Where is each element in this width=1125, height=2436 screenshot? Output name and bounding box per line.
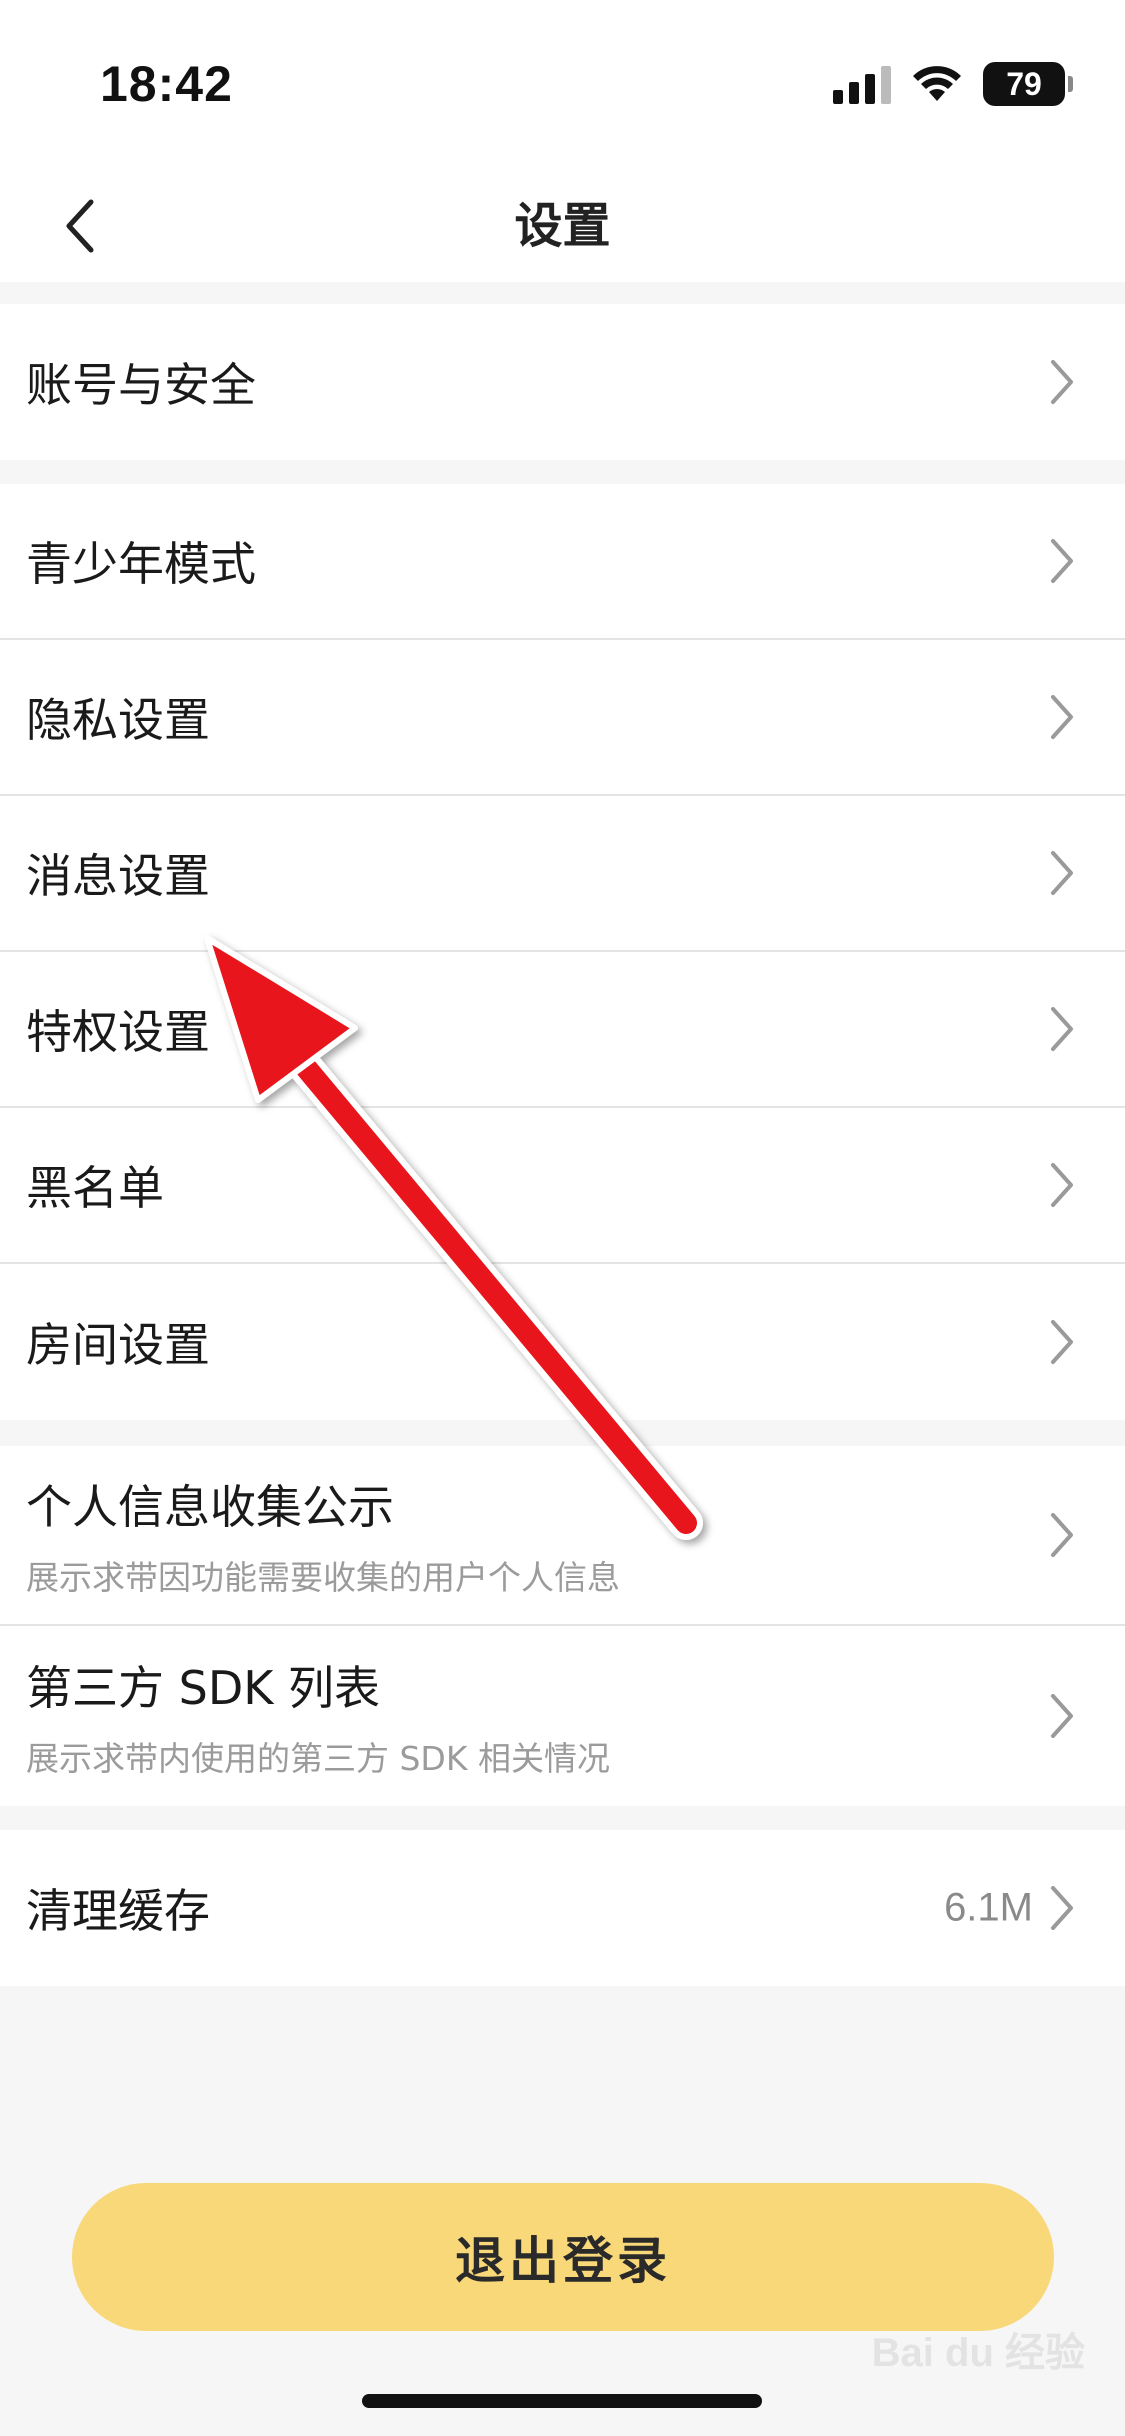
cache-size-value: 6.1M — [944, 1885, 1033, 1930]
chevron-right-icon — [1051, 539, 1073, 583]
row-clear-cache[interactable]: 清理缓存 6.1M — [0, 1830, 1125, 1986]
row-blacklist[interactable]: 黑名单 — [0, 1108, 1125, 1264]
chevron-right-icon — [1051, 1007, 1073, 1051]
chevron-right-icon — [1051, 1513, 1073, 1557]
row-account-security[interactable]: 账号与安全 — [0, 304, 1125, 460]
navigation-bar: 设置 — [0, 170, 1125, 282]
watermark-logo: Bai du 经验 — [871, 2331, 1085, 2375]
settings-group-cache: 清理缓存 6.1M — [0, 1830, 1125, 1986]
row-message-settings[interactable]: 消息设置 — [0, 796, 1125, 952]
row-label: 账号与安全 — [26, 358, 256, 412]
row-third-party-sdk-list[interactable]: 第三方 SDK 列表 展示求带内使用的第三方 SDK 相关情况 — [0, 1626, 1125, 1806]
row-label: 消息设置 — [26, 849, 210, 903]
home-indicator — [362, 2394, 762, 2408]
row-privacy-settings[interactable]: 隐私设置 — [0, 640, 1125, 796]
row-label: 特权设置 — [26, 1005, 210, 1059]
row-label: 房间设置 — [26, 1318, 210, 1372]
row-label: 黑名单 — [26, 1161, 164, 1215]
row-label: 第三方 SDK 列表 — [26, 1661, 381, 1715]
settings-group-general: 青少年模式 隐私设置 消息设置 特权设置 黑名单 房间设置 — [0, 484, 1125, 1420]
row-label: 个人信息收集公示 — [26, 1480, 394, 1534]
chevron-right-icon — [1051, 1163, 1073, 1207]
chevron-right-icon — [1051, 851, 1073, 895]
settings-group-account: 账号与安全 — [0, 304, 1125, 460]
wifi-icon — [913, 66, 961, 101]
row-room-settings[interactable]: 房间设置 — [0, 1264, 1125, 1420]
settings-group-info: 个人信息收集公示 展示求带因功能需要收集的用户个人信息 第三方 SDK 列表 展… — [0, 1446, 1125, 1806]
row-privilege-settings[interactable]: 特权设置 — [0, 952, 1125, 1108]
page-title: 设置 — [514, 198, 611, 254]
chevron-right-icon — [1051, 695, 1073, 739]
status-time: 18:42 — [100, 56, 233, 112]
status-icons: 79 — [833, 62, 1073, 106]
logout-button[interactable]: 退出登录 — [72, 2183, 1054, 2331]
chevron-right-icon — [1051, 1320, 1073, 1364]
chevron-right-icon — [1051, 1694, 1073, 1738]
row-personal-info-disclosure[interactable]: 个人信息收集公示 展示求带因功能需要收集的用户个人信息 — [0, 1446, 1125, 1626]
chevron-right-icon — [1051, 360, 1073, 404]
chevron-right-icon — [1051, 1886, 1073, 1930]
row-label: 隐私设置 — [26, 693, 210, 747]
row-subtitle: 展示求带内使用的第三方 SDK 相关情况 — [26, 1739, 610, 1778]
battery-icon: 79 — [983, 62, 1073, 106]
row-label: 青少年模式 — [26, 537, 256, 591]
status-bar: 18:42 79 — [0, 0, 1125, 170]
cellular-signal-icon — [833, 64, 891, 104]
row-label: 清理缓存 — [26, 1884, 210, 1938]
row-subtitle: 展示求带因功能需要收集的用户个人信息 — [26, 1558, 620, 1597]
row-teen-mode[interactable]: 青少年模式 — [0, 484, 1125, 640]
